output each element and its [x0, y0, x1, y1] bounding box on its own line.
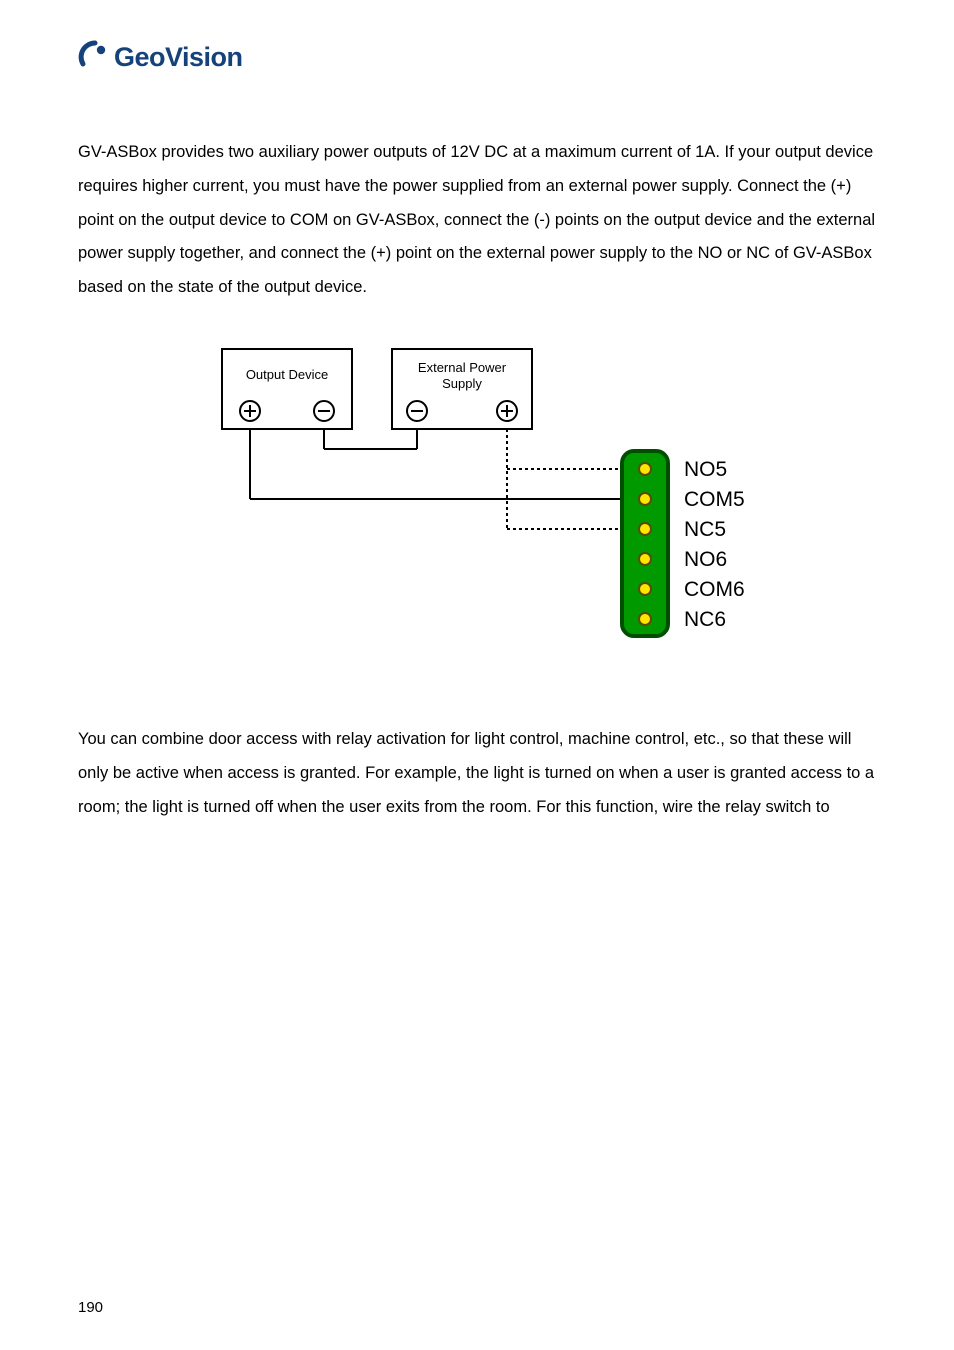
logo-text: GeoVision [114, 42, 243, 73]
external-power-label-2: Supply [442, 376, 482, 391]
body-paragraph-2: You can combine door access with relay a… [78, 723, 876, 824]
terminal-label-nc6: NC6 [684, 608, 726, 631]
output-device-label: Output Device [246, 367, 328, 382]
page-number: 190 [78, 1299, 103, 1316]
logo: GeoVision [78, 40, 876, 74]
terminal-label-com5: COM5 [684, 488, 745, 511]
external-power-label-1: External Power [418, 360, 507, 375]
terminal-label-nc5: NC5 [684, 518, 726, 541]
terminal-label-no6: NO6 [684, 548, 727, 571]
terminal-label-no5: NO5 [684, 458, 727, 481]
terminal-label-com6: COM6 [684, 578, 745, 601]
wiring-diagram: Output Device External Power Supply NO5 … [182, 339, 772, 649]
body-paragraph-1: GV-ASBox provides two auxiliary power ou… [78, 136, 876, 305]
geovision-logo-icon [78, 40, 112, 74]
